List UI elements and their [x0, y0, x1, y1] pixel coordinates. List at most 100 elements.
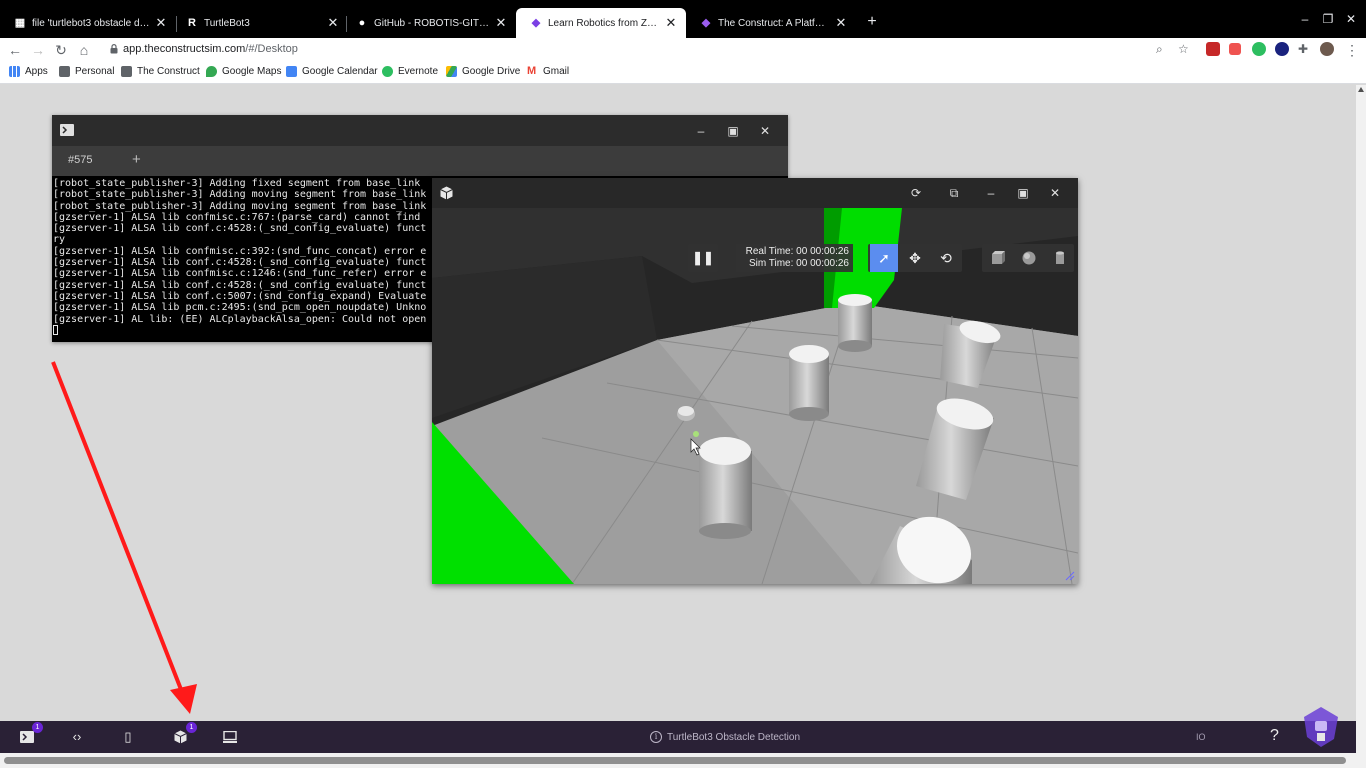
url-text: app.theconstructsim.com/#/Desktop [123, 43, 298, 55]
sim-time-readout: Sim Time: 00 00:00:26 [748, 258, 849, 269]
close-tab-icon[interactable]: ✕ [664, 15, 678, 31]
terminal-dock-icon[interactable] [19, 729, 35, 745]
restore-window-icon[interactable]: ❐ [1318, 12, 1338, 26]
lock-icon [110, 44, 118, 54]
grid-icon: ▦ [14, 17, 26, 29]
box-shape-icon[interactable] [984, 244, 1012, 272]
extension-icon[interactable] [1275, 42, 1289, 56]
minimize-icon[interactable]: – [983, 185, 999, 201]
bookmark-personal[interactable]: Personal [59, 66, 114, 77]
bookmark-google-maps[interactable]: Google Maps [206, 66, 281, 77]
zoom-search-icon[interactable]: ⌕ [1156, 42, 1163, 57]
obstacle-cylinder [789, 345, 829, 421]
home-icon[interactable]: ⌂ [75, 41, 93, 59]
calendar-icon [286, 66, 297, 77]
maximize-icon[interactable]: ▣ [1015, 185, 1031, 201]
graphical-tools-icon[interactable] [222, 729, 238, 745]
browser-toolbar: ← → ↻ ⌂ app.theconstructsim.com/#/Deskto… [0, 38, 1366, 62]
cylinder-shape-icon[interactable] [1046, 244, 1074, 272]
maps-pin-icon [206, 66, 217, 77]
bookmarks-bar: Apps Personal The Construct Google Maps … [0, 62, 1366, 84]
terminal-tab-575[interactable]: #575 [68, 154, 92, 166]
menu-kebab-icon[interactable]: ⋮ [1343, 41, 1361, 59]
close-tab-icon[interactable]: ✕ [326, 15, 340, 31]
terminal-titlebar[interactable]: – ▣ ✕ [52, 115, 788, 146]
close-tab-icon[interactable]: ✕ [494, 15, 508, 31]
gazebo-shapes-toolbar [982, 244, 1074, 272]
extensions-puzzle-icon[interactable]: ✚ [1298, 42, 1312, 56]
new-tab-button[interactable]: + [862, 12, 882, 32]
folder-icon [121, 66, 132, 77]
gazebo-3d-viewport[interactable]: ❚❚ Real Time: 00 00:00:26 Sim Time: 00 0… [432, 208, 1078, 584]
notebook-icon[interactable]: ▯ [120, 729, 136, 745]
close-icon[interactable]: ✕ [1047, 185, 1063, 201]
browser-tab-learn-robotics[interactable]: ◆ Learn Robotics from Zero - Robo… ✕ [516, 8, 686, 38]
close-tab-icon[interactable]: ✕ [834, 15, 848, 31]
real-time-readout: Real Time: 00 00:00:26 [745, 246, 849, 257]
browser-tab-file[interactable]: ▦ file 'turtlebot3 obstacle detecti… ✕ [0, 8, 176, 38]
terminal-count-badge: 1 [32, 722, 43, 733]
bookmark-google-drive[interactable]: Google Drive [446, 66, 520, 77]
obstacle-cylinder [699, 437, 752, 539]
gazebo-dock-icon[interactable] [172, 729, 188, 745]
evernote-extension-icon[interactable] [1252, 42, 1266, 56]
gmail-icon: M [527, 65, 537, 77]
bookmark-the-construct[interactable]: The Construct [121, 66, 200, 77]
sphere-shape-icon[interactable] [1015, 244, 1043, 272]
project-title: i TurtleBot3 Obstacle Detection [650, 731, 800, 743]
bookmark-gmail[interactable]: M Gmail [527, 65, 569, 78]
close-window-icon[interactable]: ✕ [1341, 12, 1361, 26]
extension-icon[interactable] [1206, 42, 1220, 56]
gazebo-time-display: Real Time: 00 00:00:26 Sim Time: 00 00:0… [736, 244, 853, 272]
scrollbar-thumb[interactable] [4, 757, 1346, 764]
back-icon[interactable]: ← [6, 41, 24, 59]
extension-icon[interactable] [1229, 43, 1241, 55]
gazebo-titlebar[interactable]: ⟳ ⧉ – ▣ ✕ [432, 178, 1078, 208]
bookmark-star-icon[interactable]: ☆ [1178, 42, 1189, 56]
close-tab-icon[interactable]: ✕ [154, 15, 168, 31]
folder-icon [59, 66, 70, 77]
evernote-icon [382, 66, 393, 77]
select-arrow-icon[interactable]: ➚ [870, 244, 898, 272]
drive-icon [446, 66, 457, 77]
horizontal-scrollbar[interactable] [0, 753, 1366, 768]
popout-icon[interactable]: ⧉ [946, 185, 962, 201]
bookmark-google-calendar[interactable]: Google Calendar [286, 66, 378, 77]
vertical-scrollbar[interactable] [1356, 85, 1366, 757]
github-icon: ● [358, 17, 366, 29]
apps-grid-icon [9, 66, 20, 77]
rotate-icon[interactable]: ⟲ [932, 244, 960, 272]
terminal-icon [60, 124, 74, 136]
bookmark-evernote[interactable]: Evernote [382, 66, 438, 77]
gazebo-pause-toolbar: ❚❚ [688, 244, 718, 272]
help-button[interactable]: ? [1270, 727, 1279, 745]
forward-icon[interactable]: → [29, 41, 47, 59]
minimize-icon[interactable]: – [693, 123, 709, 139]
browser-tab-turtlebot3[interactable]: R TurtleBot3 ✕ [172, 8, 348, 38]
bookmark-apps[interactable]: Apps [9, 66, 48, 77]
obstacle-cylinder [838, 294, 872, 352]
code-editor-icon[interactable]: ‹› [69, 729, 85, 745]
gazebo-window: ⟳ ⧉ – ▣ ✕ ❚❚ Real Time: 00 00:00:26 Sim … [432, 178, 1078, 584]
info-icon[interactable]: i [650, 731, 662, 743]
robot-mascot-icon[interactable] [1304, 707, 1338, 747]
address-bar[interactable]: app.theconstructsim.com/#/Desktop ⌕ ☆ [100, 39, 1200, 61]
gazebo-count-badge: 1 [186, 722, 197, 733]
add-terminal-tab-button[interactable]: + [132, 151, 141, 168]
construct-logo-icon: ◆ [701, 17, 711, 29]
refresh-icon[interactable]: ⟳ [908, 185, 924, 201]
close-icon[interactable]: ✕ [757, 123, 773, 139]
io-indicator: IO [1196, 732, 1206, 742]
r-logo-icon: R [188, 17, 196, 29]
maximize-icon[interactable]: ▣ [725, 123, 741, 139]
construct-logo-icon: ◆ [531, 17, 541, 29]
construct-dock: 1 ‹› ▯ 1 i TurtleBot3 Obstacle Detection… [0, 707, 1356, 753]
pause-icon[interactable]: ❚❚ [689, 244, 717, 272]
minimize-window-icon[interactable]: – [1295, 12, 1315, 26]
browser-tab-the-construct[interactable]: ◆ The Construct: A Platform to Le… ✕ [686, 8, 856, 38]
reload-icon[interactable]: ↻ [52, 41, 70, 59]
gazebo-manipulation-toolbar: ➚ ✥ ⟲ [868, 244, 962, 272]
translate-move-icon[interactable]: ✥ [901, 244, 929, 272]
avatar[interactable] [1320, 42, 1334, 56]
browser-tab-github[interactable]: ● GitHub - ROBOTIS-GIT/turtlebo… ✕ [342, 8, 516, 38]
